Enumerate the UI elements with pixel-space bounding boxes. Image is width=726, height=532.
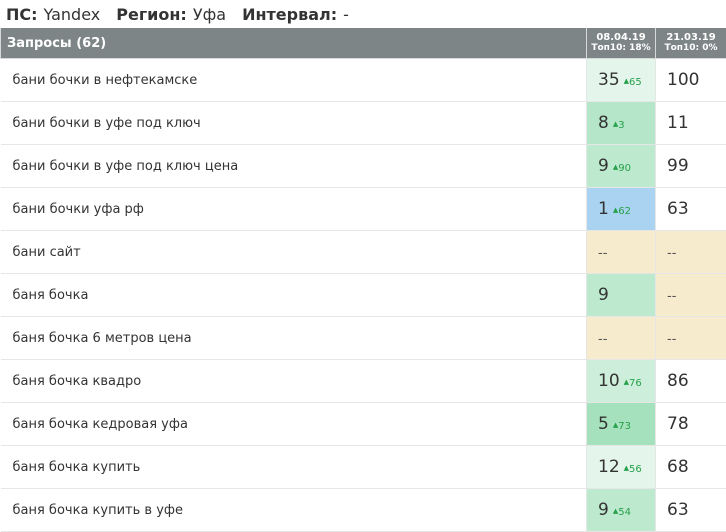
position-change-value: 73 (618, 421, 631, 432)
position-value: 12 (598, 457, 620, 477)
query-text: баня бочка кедровая уфа (1, 403, 587, 446)
query-text: бани бочки в уфе под ключ цена (1, 145, 587, 188)
position-value: -- (667, 246, 676, 261)
position-cell-previous: 11 (656, 102, 726, 145)
position-change-value: 62 (618, 206, 631, 217)
table-row[interactable]: баня бочка купить 12 ▲56 68 (1, 446, 726, 489)
position-value: 9 (598, 500, 609, 520)
date-column-header[interactable]: 21.03.19 Топ10: 0% (656, 28, 726, 59)
table-header-row: Запросы (62) 08.04.19 Топ10: 18% 21.03.1… (1, 28, 726, 59)
query-text: бани бочки в уфе под ключ (1, 102, 587, 145)
position-value: 100 (667, 70, 699, 90)
position-value: 10 (598, 371, 620, 391)
position-value: -- (598, 246, 607, 261)
ps-label: ПС: (6, 5, 38, 24)
filter-bar: ПС: Yandex Регион: Уфа Интервал: - (0, 0, 726, 28)
query-text: бани бочки уфа рф (1, 188, 587, 231)
position-cell-current: 10 ▲76 (587, 360, 656, 403)
position-change: ▲62 (613, 206, 631, 217)
position-value: 86 (667, 371, 689, 391)
position-value: 68 (667, 457, 689, 477)
queries-column-header[interactable]: Запросы (62) (1, 28, 587, 59)
position-change: ▲3 (613, 120, 625, 131)
position-value: 78 (667, 414, 689, 434)
column-top10: Топ10: 0% (656, 43, 726, 54)
query-text: баня бочка 6 метров цена (1, 317, 587, 360)
position-cell-previous: 86 (656, 360, 726, 403)
position-change-value: 65 (629, 77, 642, 88)
position-value: -- (667, 289, 676, 304)
position-cell-current: 9 (587, 274, 656, 317)
position-cell-current: 1 ▲62 (587, 188, 656, 231)
table-row[interactable]: баня бочка кедровая уфа 5 ▲73 78 (1, 403, 726, 446)
region-label: Регион: (116, 5, 187, 24)
column-top10: Топ10: 18% (587, 43, 655, 54)
table-row[interactable]: баня бочка 9 -- (1, 274, 726, 317)
position-change: ▲56 (624, 464, 642, 475)
position-change: ▲73 (613, 421, 631, 432)
position-value: 35 (598, 70, 620, 90)
position-value: 9 (598, 156, 609, 176)
position-value: 8 (598, 113, 609, 133)
position-value: 5 (598, 414, 609, 434)
table-row[interactable]: бани бочки в уфе под ключ 8 ▲3 11 (1, 102, 726, 145)
position-cell-previous: -- (656, 231, 726, 274)
position-change-value: 56 (629, 464, 642, 475)
column-date: 08.04.19 (587, 32, 655, 43)
query-text: бани сайт (1, 231, 587, 274)
position-value: -- (598, 332, 607, 347)
position-value: 99 (667, 156, 689, 176)
position-cell-current: -- (587, 231, 656, 274)
position-change: ▲90 (613, 163, 631, 174)
position-cell-current: 9 ▲90 (587, 145, 656, 188)
position-cell-current: 9 ▲54 (587, 489, 656, 532)
position-cell-previous: -- (656, 274, 726, 317)
interval-label: Интервал: (242, 5, 337, 24)
position-cell-previous: 63 (656, 489, 726, 532)
table-row[interactable]: бани бочки в уфе под ключ цена 9 ▲90 99 (1, 145, 726, 188)
position-cell-previous: 100 (656, 59, 726, 102)
date-column-header[interactable]: 08.04.19 Топ10: 18% (587, 28, 656, 59)
position-cell-previous: 99 (656, 145, 726, 188)
positions-table: Запросы (62) 08.04.19 Топ10: 18% 21.03.1… (0, 28, 726, 532)
position-cell-current: 35 ▲65 (587, 59, 656, 102)
table-row[interactable]: баня бочка квадро 10 ▲76 86 (1, 360, 726, 403)
position-change: ▲54 (613, 507, 631, 518)
table-row[interactable]: бани сайт -- -- (1, 231, 726, 274)
position-cell-current: 5 ▲73 (587, 403, 656, 446)
position-change-value: 54 (618, 507, 631, 518)
position-value: 9 (598, 285, 609, 305)
column-date: 21.03.19 (656, 32, 726, 43)
query-text: баня бочка (1, 274, 587, 317)
ps-value[interactable]: Yandex (44, 5, 101, 24)
position-value: 63 (667, 199, 689, 219)
query-text: баня бочка купить (1, 446, 587, 489)
position-value: -- (667, 332, 676, 347)
query-text: бани бочки в нефтекамске (1, 59, 587, 102)
position-change: ▲76 (624, 378, 642, 389)
position-change-value: 3 (618, 120, 624, 131)
position-cell-previous: 68 (656, 446, 726, 489)
position-cell-previous: 63 (656, 188, 726, 231)
position-change: ▲65 (624, 77, 642, 88)
interval-value[interactable]: - (343, 5, 349, 24)
position-change-value: 90 (618, 163, 631, 174)
table-row[interactable]: бани бочки уфа рф 1 ▲62 63 (1, 188, 726, 231)
position-value: 63 (667, 500, 689, 520)
position-cell-previous: -- (656, 317, 726, 360)
position-change-value: 76 (629, 378, 642, 389)
position-cell-current: 12 ▲56 (587, 446, 656, 489)
position-value: 11 (667, 113, 689, 133)
position-cell-current: -- (587, 317, 656, 360)
table-row[interactable]: баня бочка 6 метров цена -- -- (1, 317, 726, 360)
position-cell-previous: 78 (656, 403, 726, 446)
query-text: баня бочка квадро (1, 360, 587, 403)
table-row[interactable]: баня бочка купить в уфе 9 ▲54 63 (1, 489, 726, 532)
query-text: баня бочка купить в уфе (1, 489, 587, 532)
region-value[interactable]: Уфа (193, 5, 226, 24)
position-value: 1 (598, 199, 609, 219)
table-row[interactable]: бани бочки в нефтекамске 35 ▲65 100 (1, 59, 726, 102)
position-cell-current: 8 ▲3 (587, 102, 656, 145)
